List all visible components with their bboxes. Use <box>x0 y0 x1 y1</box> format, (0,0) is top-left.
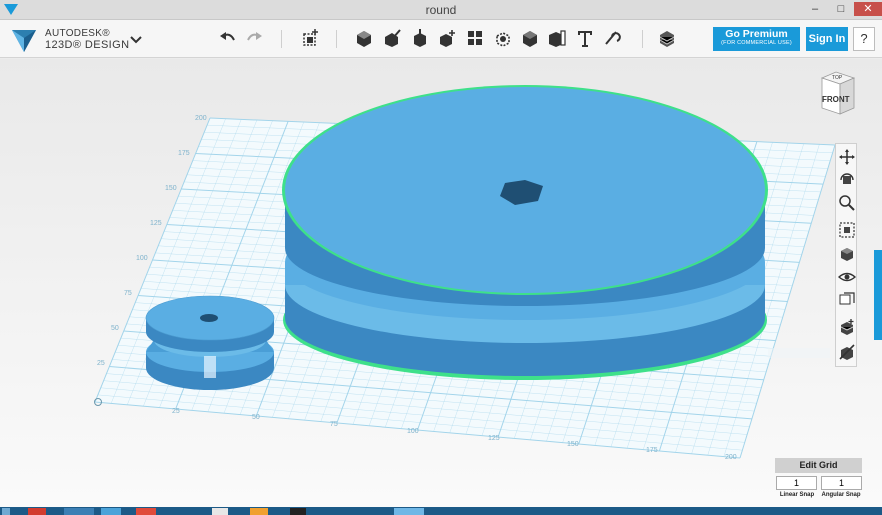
close-button[interactable]: ✕ <box>854 2 882 16</box>
go-premium-label: Go Premium <box>725 28 788 40</box>
grouping-icon[interactable] <box>493 28 513 48</box>
linear-snap-input[interactable]: 1 <box>776 476 817 490</box>
grid-snap-icon[interactable] <box>838 318 856 336</box>
grid-y-label: 75 <box>124 290 132 297</box>
go-premium-button[interactable]: Go Premium (FOR COMMERCIAL USE) <box>713 27 800 51</box>
viewcube-top-label: TOP <box>832 75 843 81</box>
undo-icon[interactable] <box>218 28 238 48</box>
app-menu-chevron-icon[interactable] <box>129 32 143 46</box>
grid-y-label: 150 <box>165 185 177 192</box>
taskbar-app-icon[interactable] <box>394 508 424 515</box>
snap-icon[interactable] <box>602 28 622 48</box>
maximize-button[interactable]: □ <box>830 2 852 16</box>
grid-x-label: 75 <box>330 421 338 428</box>
help-button[interactable]: ? <box>853 27 875 51</box>
perspective-icon[interactable] <box>838 245 856 263</box>
grid-x-label: 175 <box>646 447 658 454</box>
grid-y-label: 25 <box>97 360 105 367</box>
linear-snap-label: Linear Snap <box>779 492 815 498</box>
show-hide-icon[interactable] <box>838 343 856 361</box>
grid-y-label: 200 <box>195 115 207 122</box>
redo-icon[interactable] <box>244 28 264 48</box>
material-icon[interactable] <box>657 28 677 48</box>
construct-icon[interactable] <box>410 28 430 48</box>
grid-y-label: 50 <box>111 325 119 332</box>
sign-in-button[interactable]: Sign In <box>806 27 848 51</box>
toolbar-separator <box>336 30 337 48</box>
viewcube-front-label: FRONT <box>822 95 850 104</box>
app-logo-icon <box>12 30 36 52</box>
grid-x-label: 50 <box>252 414 260 421</box>
small-pulley-model[interactable] <box>145 295 275 390</box>
taskbar-app-icon[interactable] <box>101 508 121 515</box>
fit-icon[interactable] <box>838 221 856 239</box>
grid-x-label: 200 <box>725 454 737 461</box>
edit-grid-button[interactable]: Edit Grid <box>775 458 862 473</box>
brand-line-2: 123D® DESIGN <box>45 39 130 51</box>
brand-name: AUTODESK® 123D® DESIGN <box>45 28 129 51</box>
view-cube[interactable]: TOP FRONT <box>818 70 856 116</box>
grid-y-label: 125 <box>150 220 162 227</box>
angular-snap-input[interactable]: 1 <box>821 476 862 490</box>
new-object-icon[interactable] <box>300 28 320 48</box>
main-toolbar: AUTODESK® 123D® DESIGN Go Premium (FOR C… <box>0 20 882 58</box>
start-button[interactable] <box>2 508 10 515</box>
navigation-bar <box>835 143 857 367</box>
minimize-button[interactable]: – <box>804 2 826 16</box>
toolbar-separator <box>642 30 643 48</box>
zoom-icon[interactable] <box>838 194 856 212</box>
taskbar-app-icon[interactable] <box>212 508 228 515</box>
combine-icon[interactable] <box>520 28 540 48</box>
os-taskbar <box>0 507 882 515</box>
grid-x-label: 25 <box>172 408 180 415</box>
primitives-icon[interactable] <box>354 28 374 48</box>
modify-icon[interactable] <box>437 28 457 48</box>
taskbar-app-icon[interactable] <box>28 508 46 515</box>
title-bar: round – □ ✕ <box>0 0 882 20</box>
grid-x-label: 100 <box>407 428 419 435</box>
taskbar-app-icon[interactable] <box>64 508 94 515</box>
side-panel-tab[interactable] <box>874 250 882 340</box>
visibility-eye-icon[interactable] <box>838 268 856 286</box>
grid-y-label: 100 <box>136 255 148 262</box>
text-icon[interactable] <box>575 28 595 48</box>
pan-icon[interactable] <box>838 148 856 166</box>
grid-x-label: 150 <box>567 441 579 448</box>
sketch-icon[interactable] <box>382 28 402 48</box>
watermark <box>768 348 830 358</box>
brand-line-1: AUTODESK® <box>45 28 110 39</box>
3d-viewport[interactable]: 200 175 150 125 100 75 50 25 25 50 75 10… <box>0 59 882 507</box>
grid-y-label: 175 <box>178 150 190 157</box>
grid-settings-panel: Edit Grid 1 1 Linear Snap Angular Snap <box>775 458 863 503</box>
pattern-icon[interactable] <box>465 28 485 48</box>
window-title: round <box>425 3 457 17</box>
material-view-icon[interactable] <box>838 290 856 308</box>
orbit-icon[interactable] <box>838 171 856 189</box>
measure-icon[interactable] <box>547 28 567 48</box>
angular-snap-label: Angular Snap <box>821 492 861 498</box>
large-pulley-model[interactable] <box>282 85 768 380</box>
taskbar-app-icon[interactable] <box>250 508 268 515</box>
go-premium-sublabel: (FOR COMMERCIAL USE) <box>721 40 792 46</box>
taskbar-app-icon[interactable] <box>290 508 306 515</box>
grid-x-label: 125 <box>488 435 500 442</box>
taskbar-app-icon[interactable] <box>136 508 156 515</box>
toolbar-separator <box>281 30 282 48</box>
